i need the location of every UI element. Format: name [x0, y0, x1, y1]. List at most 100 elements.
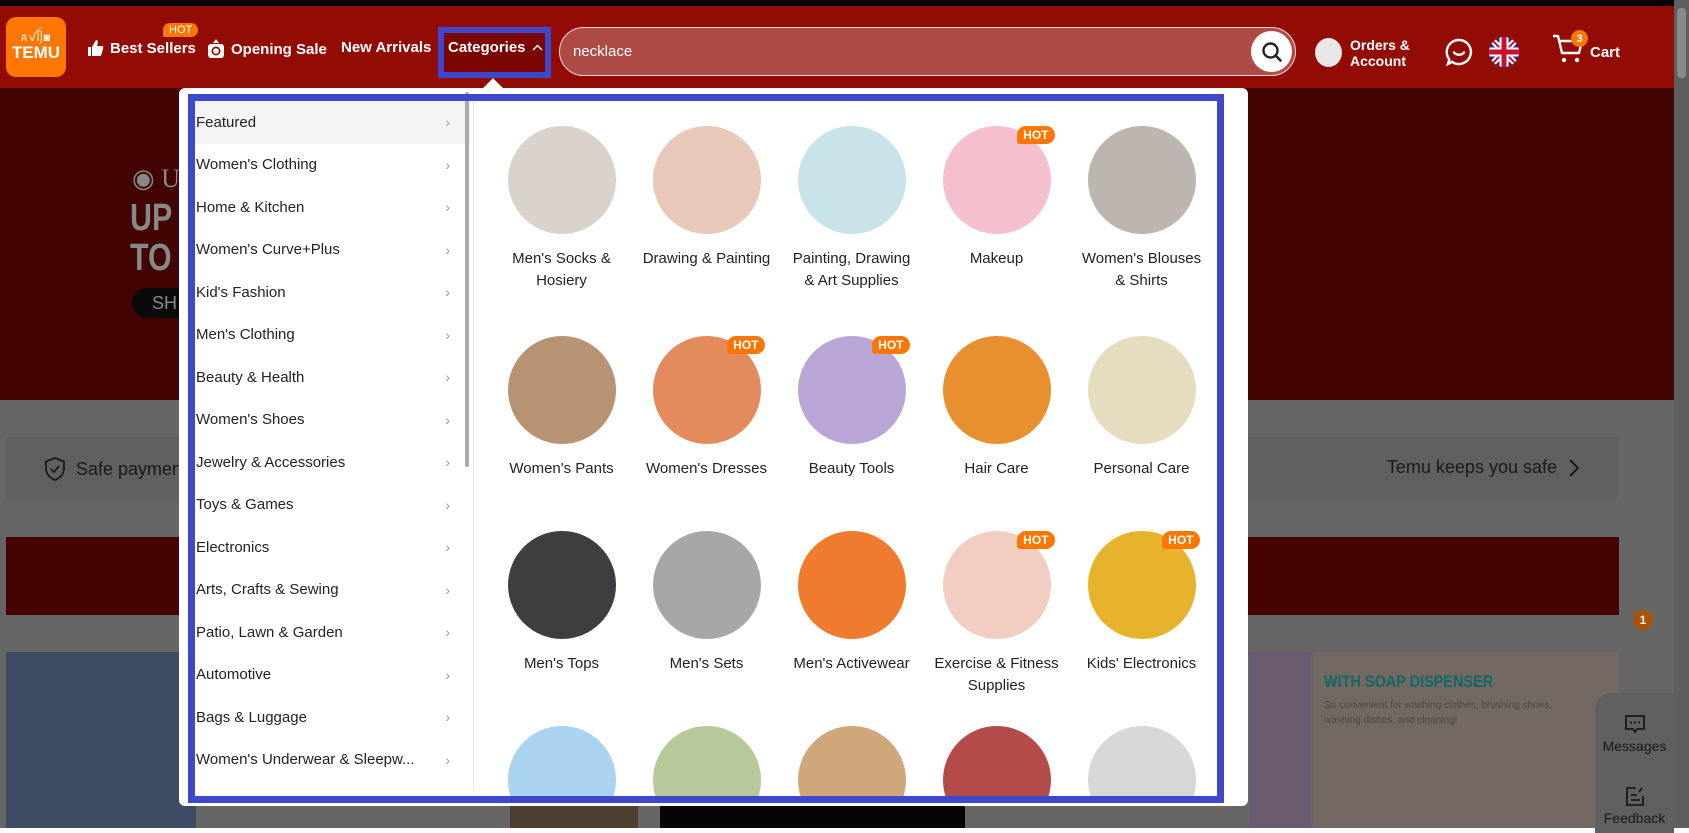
subcategory-tile[interactable]: Women's Pants	[489, 336, 634, 480]
subcategory-tile[interactable]: Men's Tops	[489, 531, 634, 675]
subcategory-tile[interactable]: Drawing & Painting	[634, 126, 779, 270]
chat-smile-icon	[1445, 38, 1473, 67]
messages-count-badge: 1	[1633, 610, 1653, 630]
category-item[interactable]: Electronics ›	[195, 526, 470, 569]
account-line2: Account	[1350, 53, 1406, 69]
hero-headline: UP TO	[130, 197, 173, 279]
cart-label[interactable]: Cart	[1590, 44, 1620, 61]
chevron-right-icon: ›	[445, 326, 450, 343]
scrollbar-thumb[interactable]	[1677, 8, 1686, 78]
hot-badge: HOT	[163, 23, 199, 37]
subcategory-tile[interactable]: Men's Socks & Hosiery	[489, 126, 634, 291]
orders-account-link[interactable]: Orders & Account	[1350, 37, 1410, 69]
subcategory-tile[interactable]: Men's Sets	[634, 531, 779, 675]
subcategory-image	[507, 336, 616, 444]
column-divider	[473, 101, 474, 791]
category-item[interactable]: Patio, Lawn & Garden ›	[195, 611, 470, 654]
category-item[interactable]: Jewelry & Accessories ›	[195, 441, 470, 484]
subcategory-tile[interactable]: HOT Beauty Tools	[779, 336, 924, 480]
nav-best-sellers[interactable]: Best Sellers	[86, 39, 196, 57]
chevron-right-icon: ›	[445, 581, 450, 598]
category-label: Toys & Games	[196, 496, 294, 514]
feedback-button[interactable]: Feedback	[1595, 785, 1674, 826]
search-input[interactable]: necklace	[559, 27, 1296, 76]
category-item[interactable]: Toys & Games ›	[195, 484, 470, 527]
category-item[interactable]: Arts, Crafts & Sewing ›	[195, 569, 470, 612]
subcategory-tile[interactable]	[924, 726, 1069, 796]
category-item[interactable]: Women's Shoes ›	[195, 399, 470, 442]
chevron-right-icon: ›	[445, 709, 450, 726]
subcategory-image: HOT	[942, 531, 1055, 639]
page-scrollbar[interactable]	[1674, 0, 1689, 828]
subcategory-label: Women's Blouses & Shirts	[1081, 250, 1202, 289]
category-item[interactable]: Men's Clothing ›	[195, 314, 470, 357]
subcategory-label: Exercise & Fitness Supplies	[934, 655, 1059, 694]
category-item[interactable]: Automotive ›	[195, 654, 470, 697]
category-item[interactable]: Women's Underwear & Sleepw... ›	[195, 739, 470, 782]
category-label: Kid's Fashion	[196, 283, 286, 301]
subcategory-tile[interactable]	[489, 726, 634, 796]
subcategory-grid: Men's Socks & Hosiery Drawing & Painting P…	[489, 126, 1219, 796]
messages-label: Messages	[1602, 738, 1667, 754]
subcategory-image	[797, 126, 906, 234]
hot-badge: HOT	[1017, 531, 1055, 549]
subcategory-tile[interactable]: Men's Activewear	[779, 531, 924, 675]
subcategory-image	[942, 726, 1051, 796]
nav-opening-sale[interactable]: Opening Sale	[207, 39, 327, 59]
message-dots-icon	[1624, 715, 1645, 734]
subcategory-tile[interactable]	[634, 726, 779, 796]
product-card-image	[1249, 652, 1311, 828]
chevron-right-icon: ›	[445, 411, 450, 428]
messages-button[interactable]: Messages	[1595, 713, 1674, 754]
chevron-right-icon: ›	[445, 284, 450, 301]
subcategory-label: Men's Sets	[669, 655, 744, 672]
subcategory-tile[interactable]	[1069, 726, 1214, 796]
category-list-scrollbar[interactable]	[465, 92, 469, 467]
cart-count-badge: 3	[1571, 30, 1588, 47]
category-label: Women's Underwear & Sleepw...	[196, 751, 415, 769]
support-button[interactable]	[1444, 37, 1474, 72]
category-item[interactable]: Women's Curve+Plus ›	[195, 229, 470, 272]
subcategory-tile[interactable]: HOT Makeup	[924, 126, 1069, 270]
product-card-image: WITH SOAP DISPENSER So convenient for wa…	[1314, 652, 1619, 828]
subcategory-tile[interactable]: Personal Care	[1069, 336, 1214, 480]
floating-support-panel: Messages Feedback	[1595, 693, 1674, 833]
language-selector[interactable]	[1489, 37, 1519, 67]
subcategory-image	[652, 531, 761, 639]
alarm-clock-icon	[208, 39, 224, 58]
subcategory-image: HOT	[652, 336, 765, 444]
subcategory-tile[interactable]: Painting, Drawing & Art Supplies	[779, 126, 924, 291]
chevron-right-icon: ›	[445, 666, 450, 683]
subcategory-label: Women's Pants	[509, 460, 614, 477]
subcategory-tile[interactable]: HOT Kids' Electronics	[1069, 531, 1214, 675]
subcategory-tile[interactable]: HOT Exercise & Fitness Supplies	[924, 531, 1069, 696]
subcategory-label: Men's Activewear	[793, 655, 910, 672]
subcategory-label: Hair Care	[964, 460, 1029, 477]
subcategory-tile[interactable]: Women's Blouses & Shirts	[1069, 126, 1214, 291]
nav-categories[interactable]: Categories	[448, 39, 543, 56]
safe-payment: Safe payment	[44, 457, 187, 481]
search-value: necklace	[573, 43, 633, 60]
categories-dropdown: Featured › Women's Clothing › Home & Kitchen…	[179, 78, 1248, 806]
category-item[interactable]: Home & Kitchen ›	[195, 186, 470, 229]
category-label: Men's Clothing	[196, 326, 295, 344]
subcategory-tile[interactable]	[779, 726, 924, 796]
category-item[interactable]: Bags & Luggage ›	[195, 696, 470, 739]
chevron-right-icon: ›	[445, 156, 450, 173]
search-button[interactable]	[1251, 31, 1292, 72]
category-item[interactable]: Featured ›	[195, 101, 470, 144]
subcategory-image	[1087, 126, 1196, 234]
subcategory-tile[interactable]: HOT Women's Dresses	[634, 336, 779, 480]
logo-text: TEMU	[11, 43, 61, 62]
chevron-up-icon	[532, 43, 543, 51]
category-item[interactable]: Women's Clothing ›	[195, 144, 470, 187]
category-item[interactable]: Beauty & Health ›	[195, 356, 470, 399]
category-item[interactable]: Kid's Fashion ›	[195, 271, 470, 314]
subcategory-label: Beauty Tools	[808, 460, 895, 477]
nav-new-arrivals[interactable]: New Arrivals	[341, 39, 431, 56]
account-avatar[interactable]	[1315, 38, 1342, 67]
temu-logo[interactable]: ጰꪜᥦ◙ TEMU	[6, 17, 66, 77]
category-label: Featured	[196, 113, 257, 131]
category-label: Jewelry & Accessories	[196, 453, 346, 471]
subcategory-tile[interactable]: Hair Care	[924, 336, 1069, 480]
